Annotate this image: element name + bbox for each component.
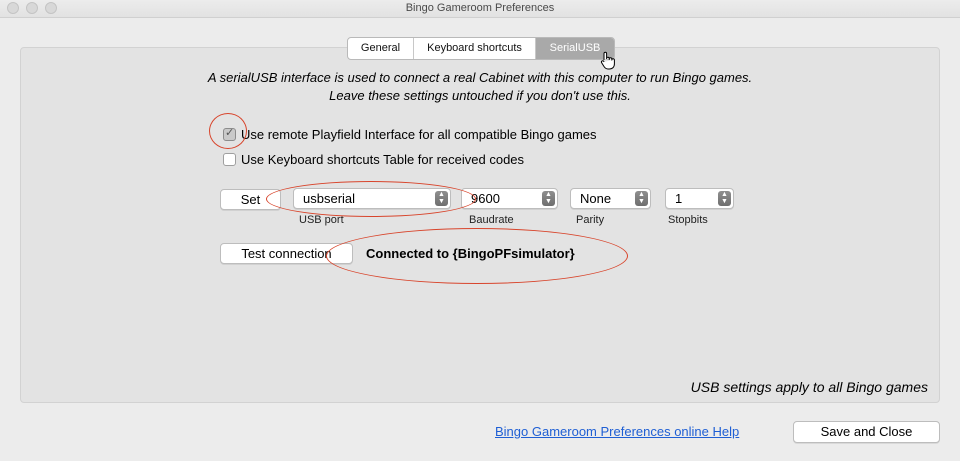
- usb-port-select[interactable]: usbserial ▲ ▼: [293, 188, 451, 209]
- checkmark-icon: ✓: [225, 127, 235, 139]
- parity-value: None: [580, 191, 612, 206]
- keyboard-table-label: Use Keyboard shortcuts Table for receive…: [241, 152, 525, 167]
- stopbits-value: 1: [675, 191, 683, 206]
- parity-caption: Parity: [576, 214, 605, 226]
- stopbits-select[interactable]: 1 ▲ ▼: [665, 188, 734, 209]
- hand-cursor-icon: [600, 51, 615, 70]
- tab-general[interactable]: General: [348, 38, 414, 59]
- save-and-close-button[interactable]: Save and Close: [793, 421, 940, 443]
- baudrate-value: 9600: [471, 191, 500, 206]
- keyboard-table-checkbox[interactable]: [223, 153, 236, 166]
- usb-port-value: usbserial: [303, 191, 356, 206]
- parity-select[interactable]: None ▲ ▼: [570, 188, 651, 209]
- description-line-1: A serialUSB interface is used to connect…: [207, 70, 753, 85]
- remote-playfield-label: Use remote Playfield Interface for all c…: [241, 127, 597, 142]
- online-help-link[interactable]: Bingo Gameroom Preferences online Help: [495, 424, 739, 439]
- remote-playfield-checkbox[interactable]: ✓: [223, 127, 236, 141]
- description-line-2: Leave these settings untouched if you do…: [329, 88, 631, 103]
- baudrate-caption: Baudrate: [469, 214, 514, 226]
- tab-bar: General Keyboard shortcuts SerialUSB: [347, 37, 615, 60]
- stopbits-caption: Stopbits: [668, 214, 708, 226]
- connection-status: Connected to {BingoPFsimulator}: [366, 246, 575, 261]
- chevron-updown-icon: ▲ ▼: [635, 191, 648, 206]
- baudrate-select[interactable]: 9600 ▲ ▼: [461, 188, 558, 209]
- window-title: Bingo Gameroom Preferences: [405, 2, 555, 14]
- tab-keyboard-shortcuts[interactable]: Keyboard shortcuts: [414, 38, 536, 59]
- chevron-updown-icon: ▲ ▼: [718, 191, 731, 206]
- test-connection-button[interactable]: Test connection: [220, 243, 353, 264]
- chevron-updown-icon: ▲ ▼: [542, 191, 555, 206]
- title-bar: Bingo Gameroom Preferences: [0, 0, 960, 18]
- usb-settings-footnote: USB settings apply to all Bingo games: [690, 379, 928, 395]
- chevron-updown-icon: ▲ ▼: [435, 191, 448, 206]
- set-button[interactable]: Set: [220, 189, 281, 210]
- usb-port-caption: USB port: [299, 214, 344, 226]
